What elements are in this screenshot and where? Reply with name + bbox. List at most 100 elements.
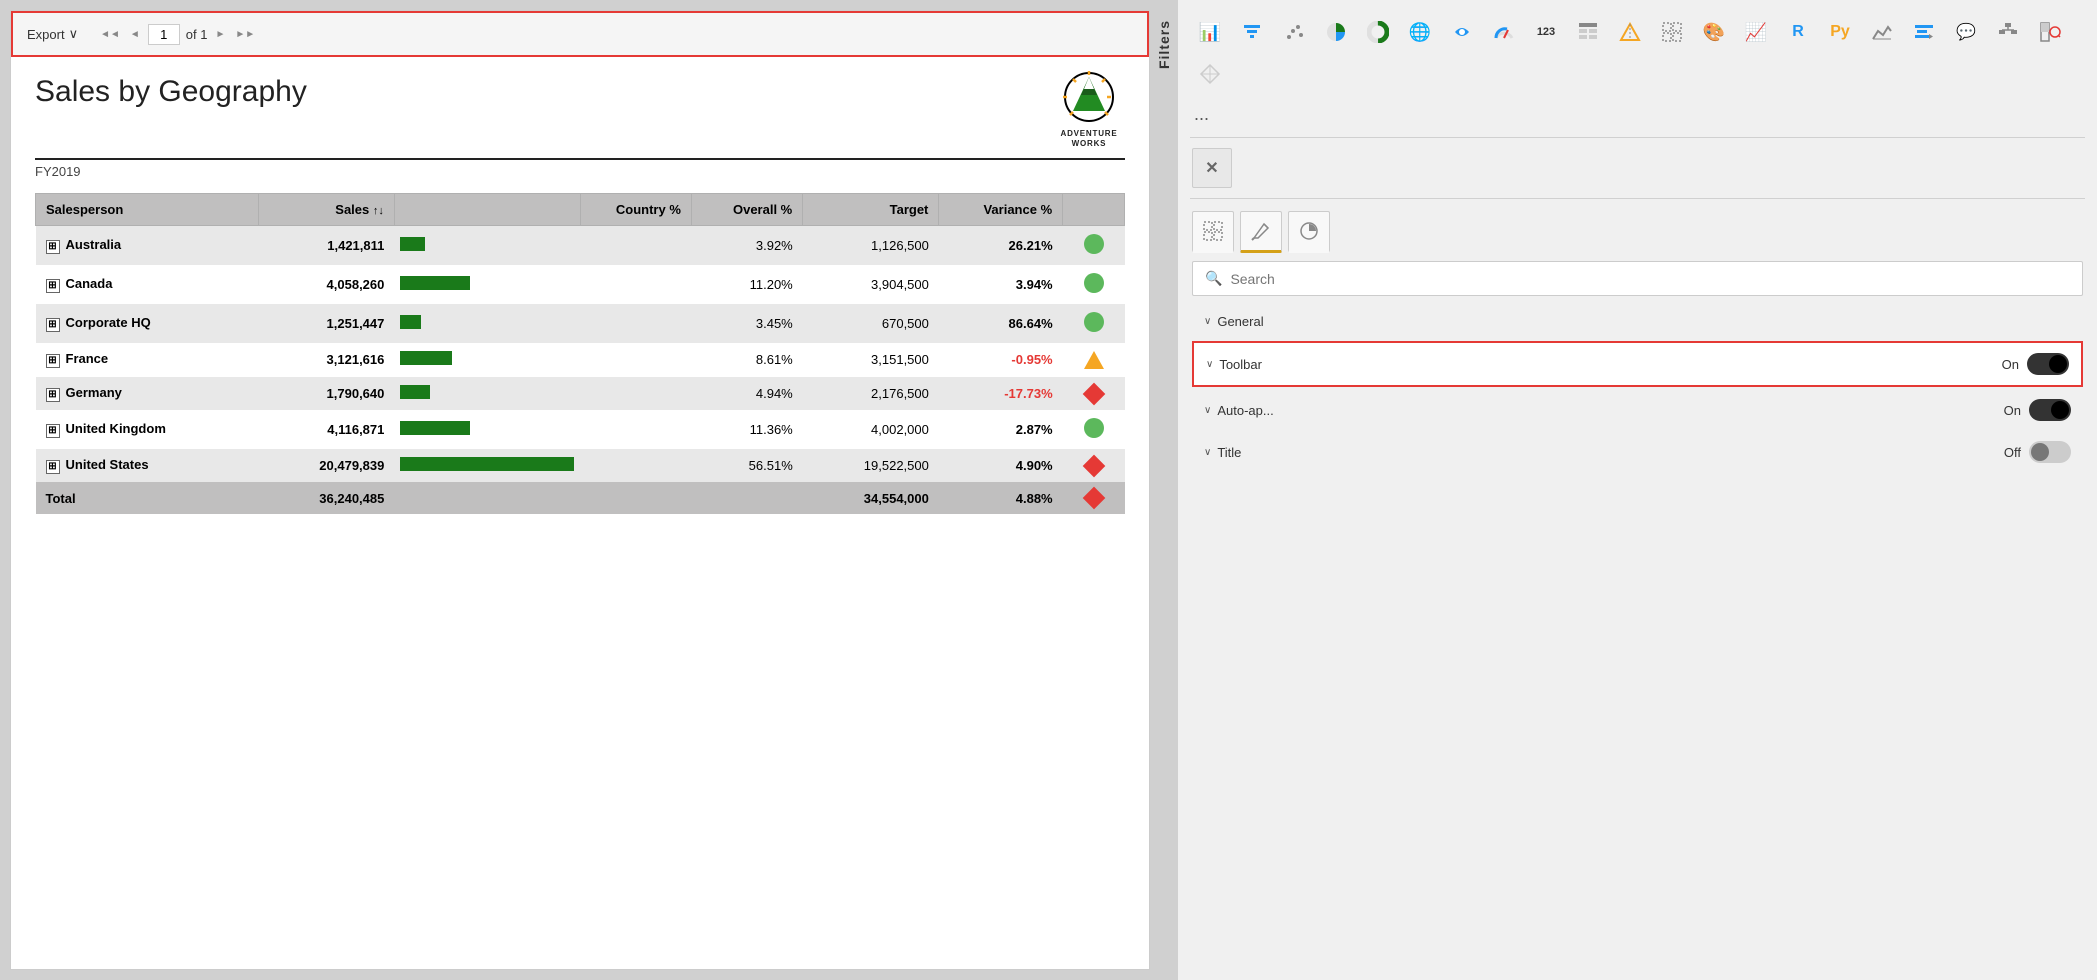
decomp-tree-icon[interactable] (1988, 12, 2028, 52)
settings-row-general[interactable]: ∨ General (1192, 304, 2083, 339)
search-icon: 🔍 (1205, 270, 1222, 287)
table-row: ⊞Australia 1,421,811 3.92% 1,126,500 26.… (36, 225, 1125, 265)
search-input[interactable] (1230, 271, 2070, 287)
bar-chart-icon[interactable]: 📊 (1190, 12, 1230, 52)
r-script-icon[interactable]: R (1778, 12, 1818, 52)
row-variance-total: 4.88% (939, 482, 1063, 515)
page-number-input[interactable] (148, 24, 180, 45)
chevron-down-icon-autoap: ∨ (1204, 405, 1211, 416)
table-row: ⊞Germany 1,790,640 4.94% 2,176,500 -17.7… (36, 377, 1125, 410)
report-header: Sales by Geography (35, 75, 1125, 160)
row-overall-pct: 8.61% (691, 343, 802, 377)
autoap-value: On (2004, 403, 2021, 418)
more-options: ... (1184, 102, 2091, 127)
row-name: ⊞Germany (36, 377, 259, 410)
autoap-toggle[interactable] (2029, 399, 2071, 421)
logo-area: ADVENTURE WORKS (1053, 69, 1125, 150)
row-target-total: 34,554,000 (803, 482, 939, 515)
row-target: 19,522,500 (803, 449, 939, 482)
row-overall-pct: 56.51% (691, 449, 802, 482)
row-country-pct (580, 377, 691, 410)
table-icon[interactable] (1568, 12, 1608, 52)
report-panel: Export ∨ ◄◄ ◄ of 1 ► ►► (10, 10, 1150, 970)
row-status (1063, 410, 1125, 449)
globe-icon[interactable]: 🌐 (1400, 12, 1440, 52)
row-bar (394, 225, 580, 265)
table-row: ⊞United States 20,479,839 56.51% 19,522,… (36, 449, 1125, 482)
donut-chart-icon[interactable] (1358, 12, 1398, 52)
row-name: ⊞Corporate HQ (36, 304, 259, 343)
settings-row-autoap[interactable]: ∨ Auto-ap... On (1192, 389, 2083, 431)
row-name: ⊞Canada (36, 265, 259, 304)
row-country-pct (580, 410, 691, 449)
expand-icon[interactable]: ⊞ (46, 460, 60, 474)
number-123-icon[interactable]: 123 (1526, 12, 1566, 52)
expand-icon[interactable]: ⊞ (46, 279, 60, 293)
analytics-icon[interactable]: 📈 (1736, 12, 1776, 52)
table-row-total: Total 36,240,485 34,554,000 4.88% (36, 482, 1125, 515)
table-row: ⊞Canada 4,058,260 11.20% 3,904,500 3.94% (36, 265, 1125, 304)
row-target: 2,176,500 (803, 377, 939, 410)
row-sales: 4,058,260 (258, 265, 394, 304)
expand-icon[interactable]: ⊞ (46, 354, 60, 368)
grid-icon[interactable] (1652, 12, 1692, 52)
col-salesperson: Salesperson (36, 193, 259, 225)
row-name-total: Total (36, 482, 259, 515)
row-variance: 26.21% (939, 225, 1063, 265)
row-variance: 3.94% (939, 265, 1063, 304)
diamond-icon[interactable] (1190, 54, 1230, 94)
row-country-pct (580, 304, 691, 343)
format-tab-analytics[interactable] (1288, 211, 1330, 253)
python-icon[interactable]: Py (1820, 12, 1860, 52)
row-name: ⊞United Kingdom (36, 410, 259, 449)
funnel-icon[interactable] (1232, 12, 1272, 52)
close-panel-button[interactable]: ✕ (1192, 148, 1232, 188)
custom-viz-icon[interactable] (2030, 12, 2070, 52)
toolbar-toggle[interactable] (2027, 353, 2069, 375)
row-overall-pct: 3.92% (691, 225, 802, 265)
arrow-icon[interactable] (1442, 12, 1482, 52)
col-sales[interactable]: Sales ↑↓ (258, 193, 394, 225)
qa-icon[interactable]: 💬 (1946, 12, 1986, 52)
chevron-down-icon: ∨ (1204, 316, 1211, 327)
row-country-pct (580, 265, 691, 304)
title-label: Title (1217, 445, 1241, 460)
expand-icon[interactable]: ⊞ (46, 424, 60, 438)
key-influencer-icon[interactable] (1904, 12, 1944, 52)
nav-last-button[interactable]: ►► (233, 27, 257, 42)
nav-next-button[interactable]: ► (213, 27, 227, 42)
line-chart-icon[interactable] (1862, 12, 1902, 52)
pie-chart-icon[interactable] (1316, 12, 1356, 52)
toolbar-label: Toolbar (1219, 357, 1262, 372)
data-table: Salesperson Sales ↑↓ Country % Overall %… (35, 193, 1125, 515)
report-subtitle: FY2019 (35, 164, 1125, 179)
row-status (1063, 225, 1125, 265)
row-name: ⊞Australia (36, 225, 259, 265)
row-sales: 1,251,447 (258, 304, 394, 343)
triangle-chart-icon[interactable] (1610, 12, 1650, 52)
nav-prev-button[interactable]: ◄ (128, 27, 142, 42)
table-row: ⊞United Kingdom 4,116,871 11.36% 4,002,0… (36, 410, 1125, 449)
row-bar (394, 377, 580, 410)
gauge-icon[interactable] (1484, 12, 1524, 52)
export-button[interactable]: Export ∨ (27, 26, 78, 42)
nav-first-button[interactable]: ◄◄ (98, 27, 122, 42)
search-container: 🔍 (1192, 261, 2083, 296)
col-overall-pct: Overall % (691, 193, 802, 225)
format-tab-paint[interactable] (1240, 211, 1282, 253)
expand-icon[interactable]: ⊞ (46, 388, 60, 402)
settings-row-title[interactable]: ∨ Title Off (1192, 431, 2083, 473)
expand-icon[interactable]: ⊞ (46, 318, 60, 332)
col-status (1063, 193, 1125, 225)
paint-icon[interactable]: 🎨 (1694, 12, 1734, 52)
row-name: ⊞United States (36, 449, 259, 482)
row-variance: -0.95% (939, 343, 1063, 377)
settings-row-toolbar[interactable]: ∨ Toolbar On (1192, 341, 2083, 387)
format-tab-grid[interactable] (1192, 211, 1234, 253)
row-country-pct (580, 343, 691, 377)
row-status (1063, 377, 1125, 410)
row-sales: 1,421,811 (258, 225, 394, 265)
scatter-icon[interactable] (1274, 12, 1314, 52)
expand-icon[interactable]: ⊞ (46, 240, 60, 254)
title-toggle[interactable] (2029, 441, 2071, 463)
